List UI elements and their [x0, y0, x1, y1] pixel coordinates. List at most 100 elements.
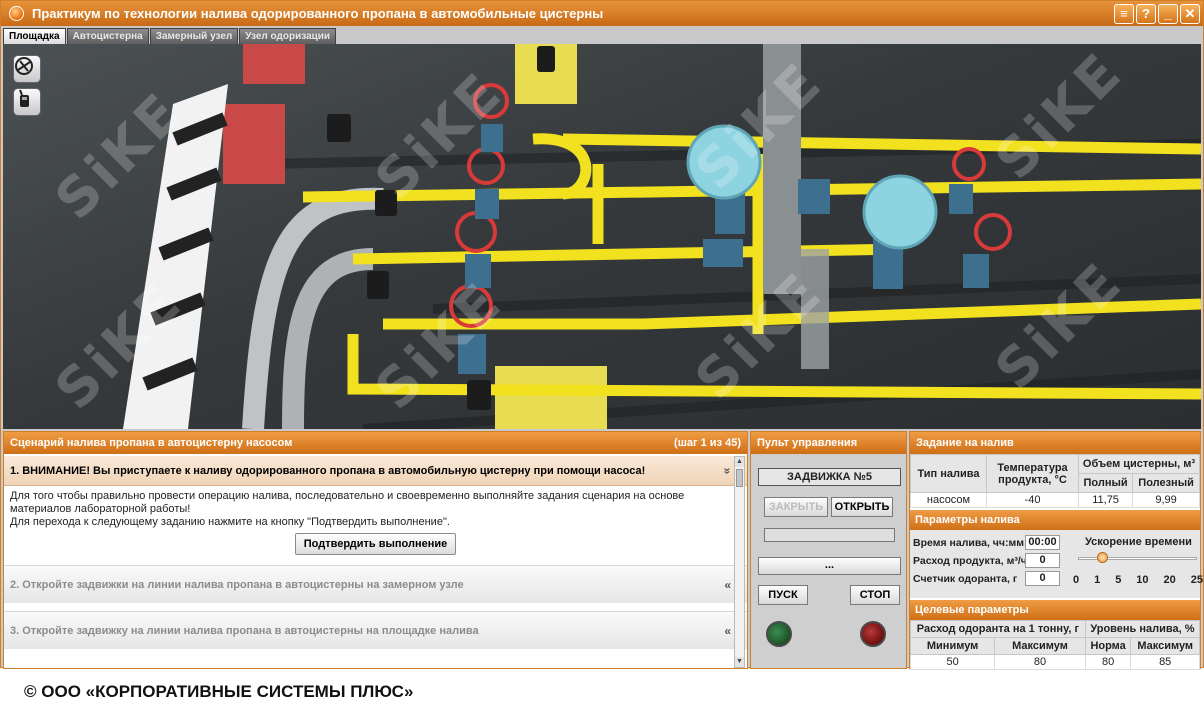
step-counter: (шаг 1 из 45) [674, 437, 741, 449]
control-cabinet [763, 44, 801, 294]
view-tabs: Площадка Автоцистерна Замерный узел Узел… [3, 28, 337, 44]
step-description: Для того чтобы правильно провести операц… [4, 486, 747, 555]
selected-device-label: ЗАДВИЖКА №5 [758, 468, 901, 486]
task-panel: Задание на налив Тип налива Температура … [909, 431, 1203, 670]
target-header: Целевые параметры [910, 600, 1200, 620]
cell-full: 11,75 [1077, 492, 1134, 508]
task-table: Тип налива Температура продукта, °С Объе… [910, 454, 1200, 508]
window-title: Практикум по технологии налива одорирова… [32, 6, 604, 21]
menu-icon[interactable]: ≡ [1114, 3, 1134, 24]
speed-tick[interactable]: 25 [1191, 574, 1203, 586]
hose [282, 248, 374, 429]
tab-zamerny-uzel[interactable]: Замерный узел [149, 28, 239, 44]
speed-slider-knob[interactable] [1097, 552, 1108, 563]
regulator-2 [862, 174, 938, 289]
speed-tick[interactable]: 0 [1073, 574, 1079, 586]
cell-max2: 85 [1130, 654, 1200, 670]
params-block: Время налива, чч:мм 00:00 Расход продукт… [910, 530, 1203, 598]
close-icon[interactable]: ✕ [1180, 3, 1200, 24]
target-table: Расход одоранта на 1 тонну, г Уровень на… [909, 620, 1201, 670]
cell-useful: 9,99 [1132, 492, 1200, 508]
expand-icon[interactable]: « [724, 612, 731, 650]
valve-position-bar [764, 528, 895, 542]
scroll-down-icon[interactable]: ▼ [735, 657, 744, 667]
scroll-up-icon[interactable]: ▲ [735, 457, 744, 467]
scenario-header: Сценарий налива пропана в автоцистерну н… [4, 432, 747, 454]
concrete-block [495, 366, 607, 429]
step-label: 1. ВНИМАНИЕ! Вы приступаете к наливу одо… [10, 465, 646, 477]
counter-value: 0 [1025, 571, 1060, 586]
scenario-step-2[interactable]: 2. Откройте задвижки на линии налива про… [4, 565, 747, 603]
speed-tick[interactable]: 10 [1136, 574, 1148, 586]
cell-temperature: -40 [986, 492, 1079, 508]
time-label: Время налива, чч:мм [913, 537, 1025, 549]
step-label: 3. Откройте задвижку на линии налива про… [10, 625, 479, 637]
scrollbar-thumb[interactable] [736, 469, 743, 487]
scenario-step-1[interactable]: 1. ВНИМАНИЕ! Вы приступаете к наливу одо… [4, 456, 747, 486]
open-valve-button[interactable]: ОТКРЫТЬ [831, 497, 893, 517]
counter-label: Счетчик одоранта, г [913, 573, 1018, 585]
col-full: Полный [1077, 473, 1134, 493]
step-description-line: Для того чтобы правильно провести операц… [10, 490, 685, 515]
app-window: Практикум по технологии налива одорирова… [0, 0, 1204, 670]
title-bar: Практикум по технологии налива одорирова… [1, 1, 1203, 26]
scenario-scrollbar[interactable]: ▲ ▼ [734, 456, 745, 668]
col-type: Тип налива [910, 454, 987, 493]
tab-uzel-odorizatsii[interactable]: Узел одоризации [239, 28, 337, 44]
more-button[interactable]: ... [758, 557, 901, 575]
red-box [223, 104, 285, 184]
regulator-1 [686, 124, 762, 234]
col-min: Минимум [909, 637, 996, 655]
scenario-title: Сценарий налива пропана в автоцистерну н… [10, 437, 293, 449]
cell-min: 50 [909, 654, 996, 670]
scene-3d-view[interactable]: SiKE SiKE SiKE SiKE SiKE SiKE SiKE SiKE [3, 44, 1201, 429]
help-icon[interactable]: ? [1136, 3, 1156, 24]
col-volume: Объем цистерны, м³ [1078, 454, 1200, 474]
col-max2: Максимум [1130, 637, 1200, 655]
window-buttons: ≡ ? _ ✕ [1114, 3, 1200, 24]
control-header: Пульт управления [751, 432, 906, 454]
radio-icon[interactable] [13, 88, 41, 116]
speed-ticks: 0 1 5 10 20 25 [1073, 574, 1203, 586]
tab-ploshchadka[interactable]: Площадка [3, 28, 66, 44]
stop-button[interactable]: СТОП [850, 585, 900, 605]
speed-tick[interactable]: 20 [1164, 574, 1176, 586]
start-button[interactable]: ПУСК [758, 585, 808, 605]
scenario-panel: Сценарий налива пропана в автоцистерну н… [3, 431, 748, 669]
confirm-button[interactable]: Подтвердить выполнение [294, 533, 457, 555]
control-title: Пульт управления [757, 437, 858, 449]
close-valve-button[interactable]: ЗАКРЫТЬ [764, 497, 828, 517]
expand-icon[interactable]: « [724, 566, 731, 604]
speed-tick[interactable]: 1 [1094, 574, 1100, 586]
grounding-tool-icon[interactable] [13, 55, 41, 83]
flow-value: 0 [1025, 553, 1060, 568]
control-panel: Пульт управления ЗАДВИЖКА №5 ЗАКРЫТЬ ОТК… [750, 431, 907, 669]
scenario-step-3[interactable]: 3. Откройте задвижку на линии налива про… [4, 611, 747, 649]
task-header: Задание на налив [910, 432, 1200, 454]
tab-avtocisterna[interactable]: Автоцистерна [66, 28, 149, 44]
col-odorant: Расход одоранта на 1 тонну, г [910, 620, 1086, 638]
red-lamp-icon [860, 621, 886, 647]
time-value: 00:00 [1025, 535, 1060, 550]
speed-slider[interactable] [1078, 552, 1197, 563]
col-temperature: Температура продукта, °С [986, 454, 1079, 493]
speed-tick[interactable]: 5 [1115, 574, 1121, 586]
col-level: Уровень налива, % [1084, 620, 1201, 638]
cell-norm: 80 [1084, 654, 1132, 670]
speed-title: Ускорение времени [1085, 536, 1192, 548]
minimize-icon[interactable]: _ [1158, 3, 1178, 24]
red-box [243, 44, 305, 84]
task-title: Задание на налив [916, 437, 1014, 449]
cell-type: насосом [910, 492, 987, 508]
col-max: Максимум [994, 637, 1086, 655]
pipeline-scene [123, 44, 1201, 429]
app-logo-icon [9, 6, 24, 21]
col-norm: Норма [1084, 637, 1132, 655]
green-lamp-icon [766, 621, 792, 647]
step-description-line: Для перехода к следующему заданию нажмит… [10, 516, 450, 528]
flow-label: Расход продукта, м³/ч [913, 555, 1027, 567]
col-useful: Полезный [1132, 473, 1200, 493]
step-label: 2. Откройте задвижки на линии налива про… [10, 579, 464, 591]
params-header: Параметры налива [910, 510, 1200, 530]
copyright-text: © ООО «КОРПОРАТИВНЫЕ СИСТЕМЫ ПЛЮС» [24, 682, 414, 701]
